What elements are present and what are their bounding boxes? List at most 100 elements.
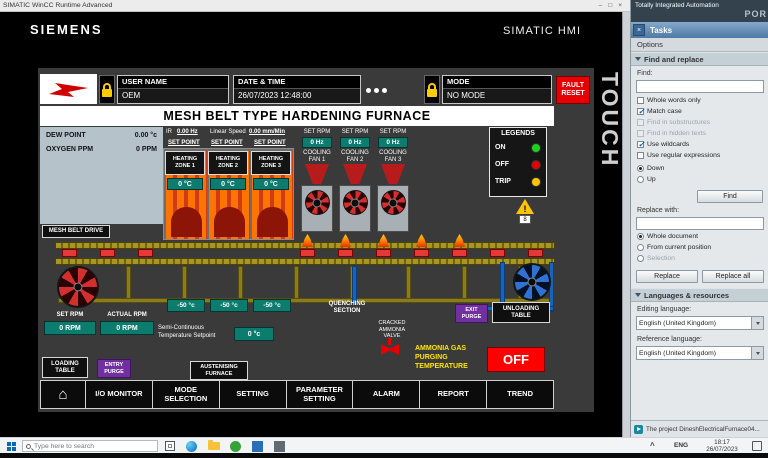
- flame-icon: [416, 234, 427, 247]
- taskbar-search[interactable]: [22, 440, 158, 452]
- linear-speed-value[interactable]: 0.00 mm/Min: [249, 129, 285, 135]
- tia-portal-app-icon[interactable]: [252, 441, 263, 452]
- cooling-fan-2-hz[interactable]: 0 Hz: [340, 137, 370, 148]
- belt-lower-rail: [55, 258, 555, 265]
- search-input[interactable]: [34, 442, 144, 450]
- alarm-warning-icon[interactable]: !: [516, 199, 534, 214]
- wincc-app-icon[interactable]: [230, 441, 241, 452]
- option-use-regex[interactable]: Use regular expressions: [637, 152, 720, 159]
- ir-value[interactable]: 0.00 Hz: [177, 129, 198, 135]
- replace-input[interactable]: [636, 217, 764, 230]
- scope-from-position-radio[interactable]: From current position: [637, 244, 711, 251]
- off-button[interactable]: OFF: [487, 347, 545, 372]
- vertical-scrollbar[interactable]: [622, 12, 630, 437]
- exit-purge-button[interactable]: EXIT PURGE: [455, 304, 488, 323]
- nav-trend[interactable]: TREND: [486, 380, 555, 409]
- heating-zone-3-setpoint[interactable]: 0 °C: [253, 178, 289, 190]
- input-language-indicator[interactable]: ENG: [674, 442, 688, 449]
- nav-io-monitor[interactable]: I/O MONITOR: [85, 380, 153, 409]
- find-replace-header[interactable]: Find and replace: [631, 52, 768, 66]
- furnace-opening: [171, 207, 202, 237]
- home-icon: ⌂: [58, 385, 68, 403]
- app-icon[interactable]: [274, 441, 285, 452]
- replace-button[interactable]: Replace: [636, 270, 698, 283]
- cooling-fan-1-hz[interactable]: 0 Hz: [302, 137, 332, 148]
- tasks-titlebar: × Tasks: [631, 22, 768, 38]
- heating-zone-2-setpoint[interactable]: 0 °C: [210, 178, 246, 190]
- ammonia-valve-icon[interactable]: [381, 344, 399, 355]
- belt-actual-rpm-value[interactable]: 0 RPM: [100, 321, 154, 335]
- loading-table-button[interactable]: LOADING TABLE: [42, 357, 88, 378]
- belt-leg: [294, 266, 299, 302]
- languages-resources-header[interactable]: Languages & resources: [631, 288, 768, 302]
- belt-set-rpm-value[interactable]: 0 RPM: [44, 321, 96, 335]
- maximize-button[interactable]: □: [608, 2, 612, 9]
- radio-icon: [637, 244, 644, 251]
- ammonia-warning-text: AMMONIA GAS PURGING TEMPERATURE: [415, 345, 468, 371]
- direction-down-radio[interactable]: Down: [637, 165, 664, 172]
- option-use-wildcards[interactable]: Use wildcards: [637, 140, 689, 149]
- nav-report[interactable]: REPORT: [419, 380, 488, 409]
- belt-leg: [238, 266, 243, 302]
- file-explorer-icon[interactable]: [208, 440, 220, 450]
- drive-fan-icon: [57, 266, 99, 308]
- status-play-icon: [634, 424, 643, 434]
- fault-reset-button[interactable]: FAULT RESET: [556, 76, 590, 104]
- edge-icon[interactable]: [186, 441, 197, 452]
- set-point-link-1[interactable]: SET POINT: [168, 140, 200, 146]
- nav-alarm[interactable]: ALARM: [352, 380, 421, 409]
- option-match-case[interactable]: Match case: [637, 107, 682, 116]
- legend-trip-led: [531, 176, 541, 187]
- nav-setting[interactable]: SETTING: [218, 380, 287, 409]
- oxygen-label: OXYGEN PPM: [46, 146, 94, 153]
- oxygen-row: OXYGEN PPM 0 PPM: [46, 146, 157, 153]
- close-tasks-button[interactable]: ×: [633, 24, 645, 36]
- scope-selection-radio: Selection: [637, 255, 675, 262]
- replace-all-button[interactable]: Replace all: [702, 270, 764, 283]
- unloading-table-button[interactable]: UNLOADING TABLE: [492, 302, 550, 323]
- action-center-icon[interactable]: [752, 441, 762, 451]
- checkbox-checked-icon: [637, 107, 645, 116]
- chevron-down-icon[interactable]: [751, 347, 763, 359]
- alarm-dots-button[interactable]: [366, 88, 387, 93]
- heating-zone-1-setpoint[interactable]: 0 °C: [167, 178, 203, 190]
- taskbar-clock[interactable]: 18:17 26/07/2023: [700, 439, 744, 453]
- entry-purge-button[interactable]: ENTRY PURGE: [97, 359, 131, 378]
- editing-language-select[interactable]: English (United Kingdom): [636, 316, 764, 330]
- zone-1-temperature[interactable]: -50 °c: [167, 299, 205, 312]
- task-view-icon[interactable]: [165, 441, 175, 451]
- home-button[interactable]: ⌂: [40, 380, 86, 409]
- flame-icon: [340, 234, 351, 247]
- minimize-button[interactable]: –: [599, 2, 603, 9]
- set-point-link-3[interactable]: SET POINT: [254, 140, 286, 146]
- user-name-value[interactable]: OEM: [118, 89, 228, 103]
- tray-expand-chevron[interactable]: ^: [650, 441, 655, 450]
- find-button[interactable]: Find: [697, 190, 763, 203]
- cooling-fan-2-label: COOLING FAN 2: [341, 150, 369, 163]
- heating-zone-2-label: HEATING ZONE 2: [208, 151, 248, 175]
- workpiece: [376, 249, 391, 257]
- direction-up-radio[interactable]: Up: [637, 176, 656, 183]
- zone-2-temperature[interactable]: -50 °c: [210, 299, 248, 312]
- valve-stem: [388, 338, 391, 345]
- option-whole-words[interactable]: Whole words only: [637, 97, 701, 104]
- zone-3-temperature[interactable]: -50 °c: [253, 299, 291, 312]
- furnace-opening: [257, 207, 288, 237]
- nav-mode-selection[interactable]: MODE SELECTION: [151, 380, 220, 409]
- find-input[interactable]: [636, 80, 764, 93]
- mode-value[interactable]: NO MODE: [443, 89, 551, 103]
- legend-on-led: [531, 142, 541, 153]
- start-button[interactable]: [3, 441, 19, 451]
- close-button[interactable]: ×: [618, 2, 622, 9]
- set-point-link-2[interactable]: SET POINT: [211, 140, 243, 146]
- options-header[interactable]: Options: [631, 38, 768, 52]
- editing-language-value: English (United Kingdom): [639, 319, 717, 327]
- belt-actual-rpm-label: ACTUAL RPM: [107, 312, 147, 318]
- scope-whole-document-radio[interactable]: Whole document: [637, 233, 698, 240]
- semi-continuous-setpoint[interactable]: 0 °c: [234, 327, 274, 341]
- nav-parameter-setting[interactable]: PARAMETER SETTING: [285, 380, 354, 409]
- reference-language-select[interactable]: English (United Kingdom): [636, 346, 764, 360]
- austenising-furnace-button[interactable]: AUSTENISING FURNACE: [190, 361, 248, 380]
- cooling-fan-3-hz[interactable]: 0 Hz: [378, 137, 408, 148]
- chevron-down-icon[interactable]: [751, 317, 763, 329]
